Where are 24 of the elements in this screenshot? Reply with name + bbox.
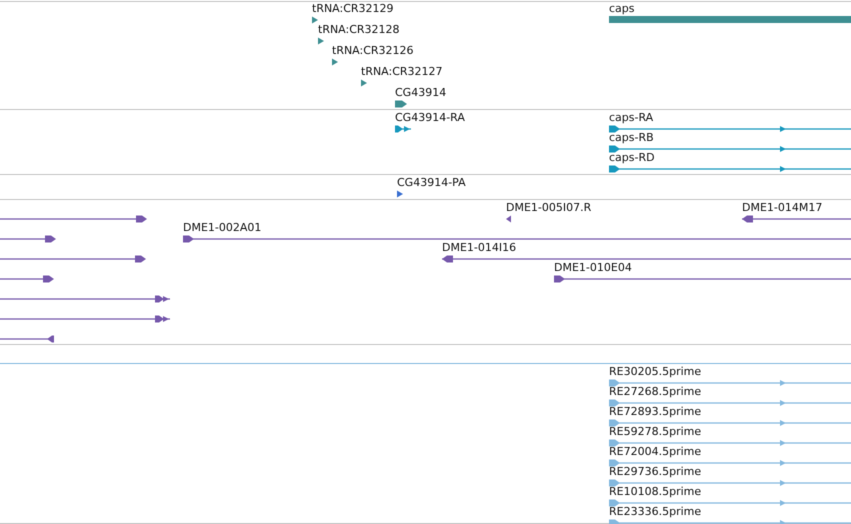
feature-label: RE72004.5prime	[609, 445, 702, 458]
feature-label: tRNA:CR32126	[332, 44, 414, 57]
feature-label: CG43914-RA	[395, 111, 465, 124]
feature-label: caps-RD	[609, 151, 655, 164]
feature-label: RE59278.5prime	[609, 425, 702, 438]
feature-label: RE27268.5prime	[609, 385, 702, 398]
feature-label: RE10108.5prime	[609, 485, 702, 498]
feature-label: DME1-010E04	[554, 261, 632, 274]
feature-label: DME1-014M17	[742, 201, 822, 214]
feature-label: CG43914	[395, 86, 446, 99]
feature-label: RE72893.5prime	[609, 405, 702, 418]
feature-label: caps	[609, 2, 635, 15]
feature-label: DME1-002A01	[183, 221, 262, 234]
feature-label: tRNA:CR32128	[318, 23, 400, 36]
feature-label: RE30205.5prime	[609, 365, 702, 378]
feature-label: RE29736.5prime	[609, 465, 702, 478]
feature-label: DME1-005I07.R	[506, 201, 592, 214]
feature-label: tRNA:CR32129	[312, 2, 394, 15]
feature-label: RE23336.5prime	[609, 505, 702, 518]
feature-label: caps-RB	[609, 131, 654, 144]
feature-label: DME1-014I16	[442, 241, 516, 254]
feature-label: tRNA:CR32127	[361, 65, 443, 78]
feature-label: CG43914-PA	[397, 176, 466, 189]
feature-label: caps-RA	[609, 111, 654, 124]
